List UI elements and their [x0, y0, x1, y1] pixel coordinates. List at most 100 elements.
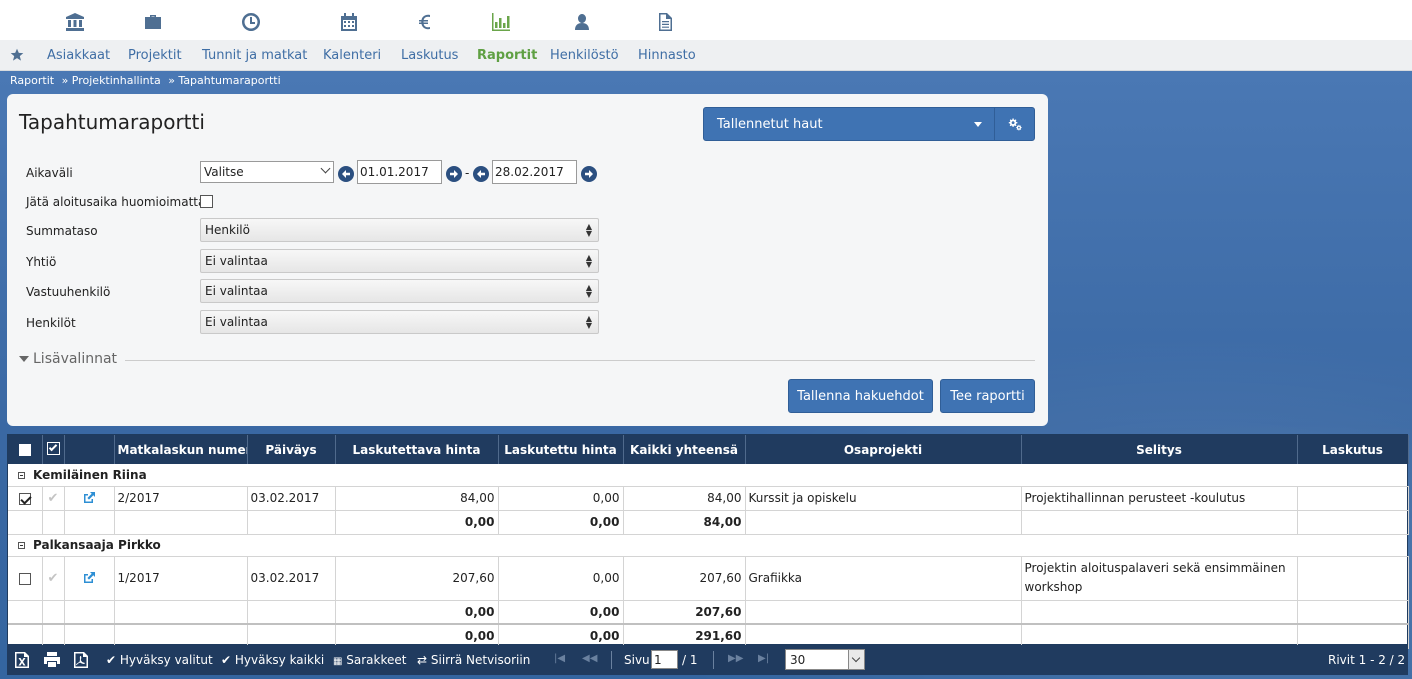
search-settings-button[interactable]	[994, 107, 1035, 141]
subtotal-billable: 0,00	[335, 510, 499, 535]
date-from-next-button[interactable]	[446, 166, 462, 182]
nav-item-raportit[interactable]: Raportit	[477, 48, 537, 63]
responsible-value: Ei valintaa	[205, 284, 268, 298]
pdf-export-icon[interactable]	[73, 651, 89, 669]
subtotal-total: 84,00	[623, 510, 746, 535]
responsible-label: Vastuuhenkilö	[26, 285, 111, 299]
breadcrumb-raportit[interactable]: Raportit	[10, 74, 54, 87]
external-link-icon[interactable]	[82, 491, 96, 505]
select-all-checkbox[interactable]	[18, 444, 31, 456]
last-page-button[interactable]: ▶|	[758, 653, 769, 664]
row-select-cell[interactable]	[8, 556, 43, 601]
saved-searches-dropdown[interactable]: Tallennetut haut	[703, 107, 995, 141]
date-to-prev-button[interactable]	[473, 166, 489, 182]
more-options-label: Lisävalinnat	[33, 351, 118, 367]
calendar-icon[interactable]	[337, 10, 361, 34]
briefcase-icon[interactable]	[141, 10, 165, 34]
date-to-next-button[interactable]	[581, 166, 597, 182]
chevron-down-icon	[320, 163, 331, 174]
excel-export-icon[interactable]	[14, 651, 30, 669]
cell-description: Projektihallinnan perusteet -koulutus	[1021, 486, 1298, 511]
company-select[interactable]: Ei valintaa ▲ ▼	[200, 249, 599, 273]
column-header-number[interactable]: Matkalaskun numero	[114, 435, 248, 464]
next-page-button[interactable]: ▶▶	[728, 653, 743, 664]
approve-all-button[interactable]: ✔ Hyväksy kaikki	[221, 653, 324, 667]
nav-item-henkilosto[interactable]: Henkilöstö	[550, 48, 619, 63]
nav-item-tunnit-ja-matkat[interactable]: Tunnit ja matkat	[202, 48, 307, 63]
group-header[interactable]: Palkansaaja Pirkko	[8, 534, 1408, 557]
nav-item-laskutus[interactable]: Laskutus	[401, 48, 458, 63]
report-table: Matkalaskun numero Päiväys Laskutettava …	[8, 435, 1409, 649]
more-options-toggle[interactable]: Lisävalinnat	[19, 351, 117, 367]
description-line-2: workshop	[1024, 580, 1083, 594]
ignore-start-checkbox[interactable]	[200, 195, 213, 208]
external-link-icon[interactable]	[82, 571, 96, 585]
column-header-date[interactable]: Päiväys	[247, 435, 336, 464]
description-line-1: Projektin aloituspalaveri sekä ensimmäin…	[1024, 561, 1286, 575]
collapse-icon[interactable]	[18, 471, 25, 479]
column-header-billed[interactable]: Laskutettu hinta	[498, 435, 624, 464]
group-header[interactable]: Kemiläinen Riina	[8, 464, 1408, 487]
nav-item-asiakkaat[interactable]: Asiakkaat	[47, 48, 110, 63]
transfer-icon: ⇄	[417, 653, 428, 667]
period-select-value: Valitse	[204, 165, 244, 179]
nav-item-hinnasto[interactable]: Hinnasto	[638, 48, 696, 63]
columns-button[interactable]: ▦ Sarakkeet	[333, 653, 406, 667]
date-from-input[interactable]: 01.01.2017	[357, 160, 442, 184]
row-approve-cell: ✔	[42, 486, 65, 511]
row-open-cell[interactable]	[64, 486, 115, 511]
subtotal-billed: 0,00	[498, 600, 624, 625]
breadcrumb-projektinhallinta[interactable]: » Projektinhallinta	[62, 74, 161, 87]
column-header-billable[interactable]: Laskutettava hinta	[335, 435, 499, 464]
move-netvisor-label: Siirrä Netvisoriin	[430, 653, 531, 667]
person-icon[interactable]	[570, 10, 594, 34]
subtotal-row: 0,00 0,00 207,60	[8, 600, 1409, 625]
approve-selected-label: Hyväksy valitut	[119, 653, 213, 667]
page-title: Tapahtumaraportti	[19, 110, 205, 134]
link-header	[64, 435, 115, 464]
bar-chart-icon[interactable]	[489, 10, 513, 34]
nav-item-kalenteri[interactable]: Kalenteri	[323, 48, 381, 63]
bank-icon[interactable]	[63, 10, 87, 34]
toolbar-divider	[611, 651, 612, 669]
column-header-description[interactable]: Selitys	[1021, 435, 1298, 464]
company-value: Ei valintaa	[205, 254, 268, 268]
caret-down-icon	[974, 122, 982, 127]
date-from-prev-button[interactable]	[338, 166, 354, 182]
arrow-left-icon	[342, 170, 350, 178]
sum-level-select[interactable]: Henkilö ▲ ▼	[200, 218, 599, 242]
report-grid: Matkalaskun numero Päiväys Laskutettava …	[7, 434, 1409, 649]
period-select[interactable]: Valitse	[200, 161, 334, 183]
print-icon[interactable]	[43, 651, 61, 668]
move-netvisor-button[interactable]: ⇄ Siirrä Netvisoriin	[417, 653, 530, 667]
date-to-input[interactable]: 28.02.2017	[492, 160, 577, 184]
icon-bar	[0, 0, 1412, 40]
cell-subproject: Grafiikka	[745, 556, 1022, 601]
nav-item-projektit[interactable]: Projektit	[128, 48, 182, 63]
euro-icon[interactable]	[414, 10, 438, 34]
column-header-subproject[interactable]: Osaprojekti	[745, 435, 1022, 464]
column-header-billing[interactable]: Laskutus	[1297, 435, 1409, 464]
prev-page-button[interactable]: ◀◀	[582, 653, 597, 664]
select-all-header[interactable]	[8, 435, 43, 464]
row-open-cell[interactable]	[64, 556, 115, 601]
page-size-select[interactable]: 30	[785, 649, 865, 670]
row-checkbox[interactable]	[18, 572, 31, 585]
make-report-button[interactable]: Tee raportti	[940, 379, 1035, 413]
first-page-button[interactable]: |◀	[554, 653, 565, 664]
page-number-input[interactable]: 1	[651, 650, 678, 669]
favorites-star-icon[interactable]	[10, 48, 24, 62]
persons-select[interactable]: Ei valintaa ▲ ▼	[200, 310, 599, 334]
row-checkbox[interactable]	[18, 492, 31, 505]
column-header-total[interactable]: Kaikki yhteensä	[623, 435, 746, 464]
responsible-select[interactable]: Ei valintaa ▲ ▼	[200, 279, 599, 303]
date-separator: -	[465, 166, 470, 180]
save-criteria-button[interactable]: Tallenna hakuehdot	[788, 379, 933, 413]
clock-icon[interactable]	[239, 10, 263, 34]
document-icon[interactable]	[653, 10, 677, 34]
row-select-cell[interactable]	[8, 486, 43, 511]
cell-subproject: Kurssit ja opiskelu	[745, 486, 1022, 511]
updown-icon: ▲ ▼	[585, 283, 592, 299]
approve-selected-button[interactable]: ✔ Hyväksy valitut	[106, 653, 213, 667]
collapse-icon[interactable]	[18, 542, 25, 549]
